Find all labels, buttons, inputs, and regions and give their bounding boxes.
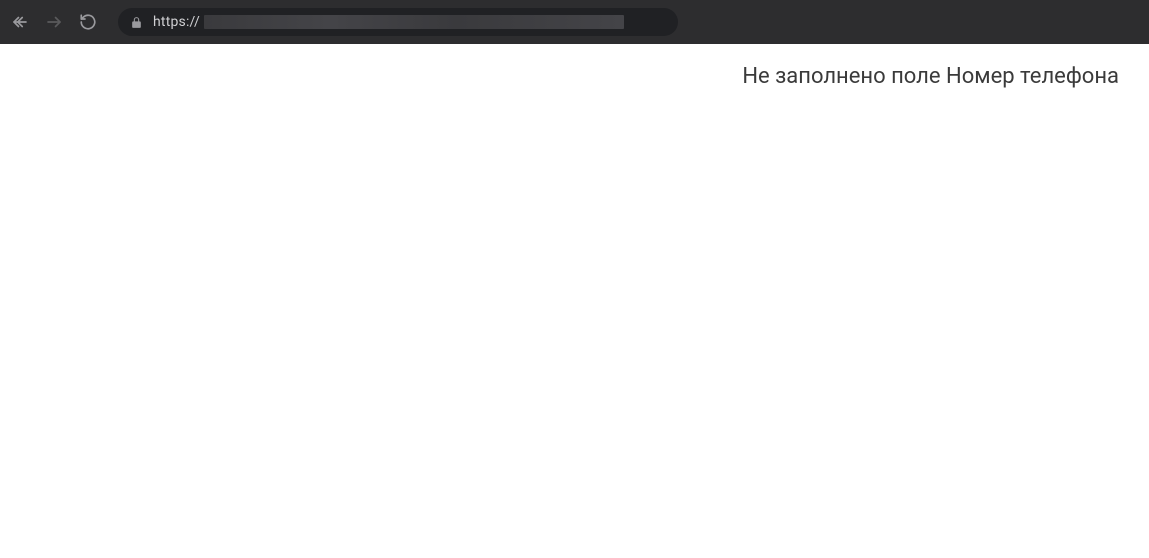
error-message: Не заполнено поле Номер телефона [742, 64, 1119, 89]
address-bar[interactable]: https:// [118, 8, 678, 36]
url-redacted [204, 15, 624, 29]
page-content: Не заполнено поле Номер телефона [0, 44, 1149, 558]
browser-toolbar: https:// [0, 0, 1149, 44]
back-button[interactable] [10, 12, 30, 32]
url-prefix: https:// [153, 14, 200, 30]
forward-button[interactable] [44, 12, 64, 32]
url-text: https:// [153, 14, 624, 30]
lock-icon [130, 16, 143, 29]
reload-button[interactable] [78, 12, 98, 32]
